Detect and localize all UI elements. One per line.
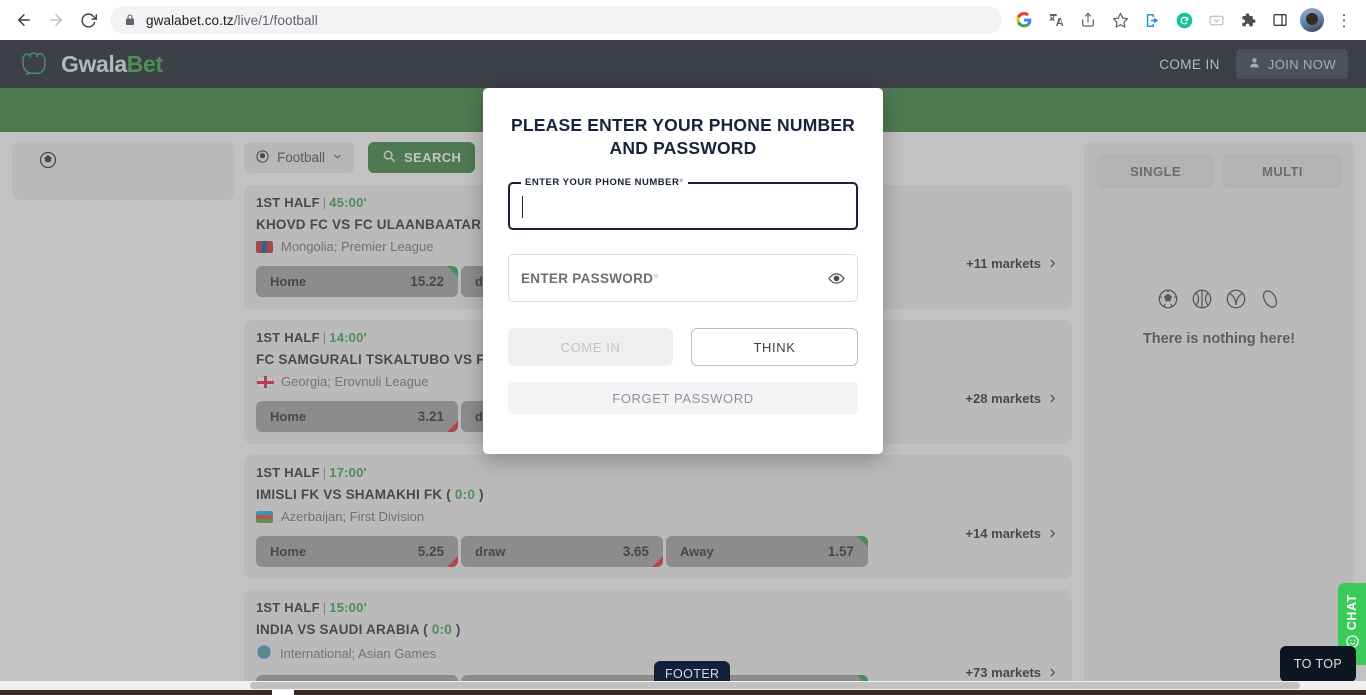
- to-top-button[interactable]: TO TOP: [1280, 646, 1356, 682]
- profile-avatar-icon[interactable]: [1298, 6, 1326, 34]
- translate-icon[interactable]: [1042, 6, 1070, 34]
- modal-title: PLEASE ENTER YOUR PHONE NUMBER AND PASSW…: [510, 115, 856, 159]
- collapse-icon[interactable]: [1202, 6, 1230, 34]
- extension-send-icon[interactable]: [1138, 6, 1166, 34]
- puzzle-extensions-icon[interactable]: [1234, 6, 1262, 34]
- taskbar-strip: [0, 690, 1366, 695]
- url-path: /live/1/football: [233, 12, 318, 28]
- phone-required-mark: *: [679, 177, 684, 189]
- modal-button-row: COME IN THINK: [508, 328, 858, 367]
- url-domain: gwalabet.co.tz: [146, 12, 234, 28]
- think-button[interactable]: THINK: [691, 328, 858, 367]
- forward-arrow-icon[interactable]: [40, 4, 72, 36]
- come-in-button[interactable]: COME IN: [508, 328, 673, 367]
- back-arrow-icon[interactable]: [8, 4, 40, 36]
- phone-field-label: ENTER YOUR PHONE NUMBER: [525, 177, 680, 189]
- forget-password-button[interactable]: FORGET PASSWORD: [508, 382, 858, 415]
- browser-toolbar: gwalabet.co.tz/live/1/football ⋮: [0, 0, 1366, 40]
- grammarly-icon[interactable]: [1170, 6, 1198, 34]
- screen: gwalabet.co.tz/live/1/football ⋮ GwalaBe…: [0, 0, 1366, 695]
- password-required-mark: *: [653, 270, 659, 286]
- chrome-menu-icon[interactable]: ⋮: [1330, 6, 1358, 34]
- side-panel-icon[interactable]: [1266, 6, 1294, 34]
- login-modal: PLEASE ENTER YOUR PHONE NUMBER AND PASSW…: [483, 88, 883, 454]
- bookmark-star-icon[interactable]: [1106, 6, 1134, 34]
- chat-label: CHAT: [1345, 593, 1359, 631]
- scrollbar-thumb[interactable]: [250, 682, 1300, 689]
- text-caret: [522, 196, 523, 219]
- password-field[interactable]: ENTER PASSWORD*: [508, 254, 858, 303]
- share-icon[interactable]: [1074, 6, 1102, 34]
- address-bar[interactable]: gwalabet.co.tz/live/1/football: [110, 6, 1002, 34]
- horizontal-scrollbar[interactable]: [0, 681, 1366, 690]
- eye-icon[interactable]: [828, 270, 845, 287]
- browser-extension-icons: ⋮: [1010, 6, 1358, 34]
- google-icon[interactable]: [1010, 6, 1038, 34]
- phone-field[interactable]: ENTER YOUR PHONE NUMBER*: [508, 177, 858, 231]
- taskbar-tile: [272, 690, 294, 695]
- lock-icon: [124, 14, 136, 26]
- password-placeholder-label: ENTER PASSWORD: [521, 270, 654, 286]
- reload-icon[interactable]: [72, 4, 104, 36]
